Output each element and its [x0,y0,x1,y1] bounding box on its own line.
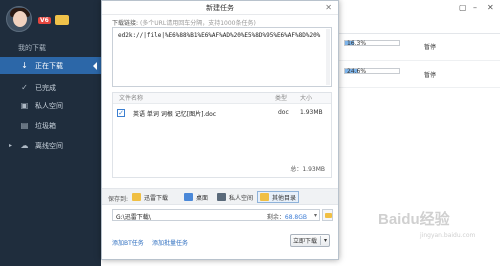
file-name: 英语 单词 词根 记忆[图片].doc [133,111,217,118]
url-textarea[interactable]: ed2k://|file|%E6%88%B1%E6%AF%AD%20%E5%8D… [112,27,332,87]
file-size: 1.93MB [300,109,323,116]
progress-text: 24.6% [347,68,367,75]
column-type-header[interactable]: 类型 [275,93,287,104]
file-type: doc [278,109,289,116]
save-option-label: 其他目录 [272,194,297,202]
save-option-other[interactable]: 其他目录 [257,191,300,203]
folder-icon [260,193,269,201]
url-label: 下载链接: [112,20,139,27]
sidebar-item-label: 离线空间 [35,141,63,150]
baidu-watermark-url: jingyan.baidu.com [420,232,476,239]
progress-text: 16.3% [347,40,367,47]
save-option-label: 迅雷下载 [144,194,169,202]
button-divider [320,236,321,245]
chevron-down-icon[interactable]: ▾ [324,237,327,244]
sidebar-item-offline-space[interactable]: ▸ ☁ 离线空间 [0,137,101,154]
sidebar-section-title: 我的下载 [18,44,46,52]
desktop-icon [184,193,193,201]
sidebar-item-private-space[interactable]: ▣ 私人空间 [0,97,101,114]
status-text: 暂停 [424,44,437,51]
add-bt-task-link[interactable]: 添加BT任务 [112,238,144,247]
browse-folder-button[interactable] [322,209,333,221]
folder-icon [132,193,141,201]
sidebar-item-label: 正在下载 [35,61,63,70]
vip-icon[interactable] [55,15,69,25]
sidebar-item-completed[interactable]: ✓ 已完成 [0,79,101,96]
baidu-watermark: Baidu经验 [378,211,450,228]
minimize-icon[interactable]: – [473,3,477,12]
dialog-title-bar: 新建任务 ✕ [102,1,338,15]
file-table: 文件名称 类型 大小 ✓ 英语 单词 词根 记忆[图片].doc doc 1.9… [112,92,332,178]
sidebar-item-label: 已完成 [35,83,56,92]
save-option-label: 私人空间 [229,194,254,202]
sidebar-item-downloading[interactable]: ↓ 正在下载 [0,57,101,74]
close-icon[interactable]: ✕ [487,3,494,12]
lock-icon [217,193,226,201]
table-row[interactable]: ✓ 英语 单词 词根 记忆[图片].doc doc 1.93MB [113,106,331,120]
download-now-button[interactable]: 立即下载 ▾ [290,234,330,247]
folder-icon [325,213,332,218]
save-path-select[interactable]: G:\迅雷下载\ 剩余：68.8GB ▾ [112,209,320,221]
user-level-badge: V6 [38,17,51,24]
active-pointer-icon [93,62,97,70]
url-label-row: 下载链接: (多个URL请用回车分隔，支持1000条任务) [112,18,256,27]
dialog-title: 新建任务 [206,4,234,12]
table-header [113,93,331,104]
lock-icon: ▣ [20,101,29,110]
url-hint: (多个URL请用回车分隔，支持1000条任务) [139,20,256,27]
sidebar: V6 我的下载 ↓ 正在下载 ✓ 已完成 ▣ 私人空间 ▤ 垃圾箱 ▸ ☁ 离线… [0,0,101,266]
add-batch-task-link[interactable]: 添加批量任务 [152,238,188,247]
save-option-label: 桌面 [196,194,209,202]
expand-arrow-icon[interactable]: ▸ [9,142,12,149]
skin-icon[interactable]: ▢ [459,3,467,12]
file-checkbox[interactable]: ✓ [117,109,125,117]
status-text: 暂停 [424,72,437,79]
save-location-bar: 保存到: 迅雷下载 桌面 私人空间 其他目录 [102,188,338,205]
url-value: ed2k://|file|%E6%88%B1%E6%AF%AD%20%E5%8D… [118,32,321,39]
sidebar-item-trash[interactable]: ▤ 垃圾箱 [0,117,101,134]
sidebar-item-label: 垃圾箱 [35,121,56,130]
total-size: 总：1.93MB [290,166,325,173]
download-icon: ↓ [21,61,28,70]
check-circle-icon: ✓ [21,83,28,92]
close-icon[interactable]: ✕ [325,1,332,15]
sidebar-item-label: 私人空间 [35,101,63,110]
free-space: 剩余：68.8GB [266,214,307,221]
column-size-header[interactable]: 大小 [300,93,312,104]
chevron-down-icon[interactable]: ▾ [314,212,317,219]
save-option-xunlei[interactable]: 迅雷下载 [130,191,170,203]
trash-icon: ▤ [20,121,29,130]
column-name-header[interactable]: 文件名称 [119,93,143,104]
cloud-icon: ☁ [20,141,29,150]
save-option-private[interactable]: 私人空间 [215,191,255,203]
download-now-label: 立即下载 [292,238,317,245]
avatar[interactable] [6,6,32,32]
new-task-dialog: 新建任务 ✕ 下载链接: (多个URL请用回车分隔，支持1000条任务) ed2… [101,0,339,260]
save-to-label: 保存到: [108,196,129,203]
save-option-desktop[interactable]: 桌面 [182,191,210,203]
avatar-face [13,11,27,27]
url-scrollbar[interactable] [326,29,330,85]
save-path-value: G:\迅雷下载\ [116,214,151,221]
